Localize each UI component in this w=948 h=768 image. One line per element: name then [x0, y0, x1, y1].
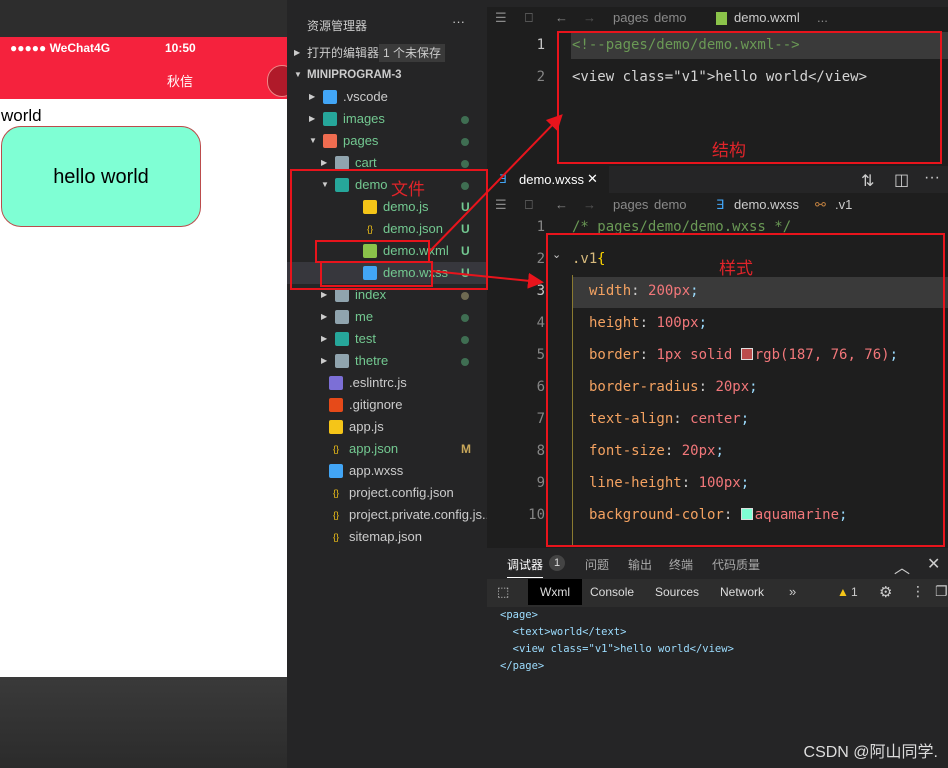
arrow-to-structure	[429, 114, 563, 252]
annotation-box-wxss	[320, 261, 433, 287]
annotation-overlay	[290, 31, 945, 547]
annotation-structure-label: 结构	[712, 141, 746, 160]
annotation-box-structure	[557, 31, 942, 164]
annotation-box-style	[546, 233, 945, 547]
annotation-box-wxml	[315, 240, 430, 263]
annotation-file-label: 文件	[391, 180, 425, 199]
watermark: CSDN @阿山同学.	[803, 744, 938, 761]
annotation-style-label: 样式	[719, 259, 753, 278]
